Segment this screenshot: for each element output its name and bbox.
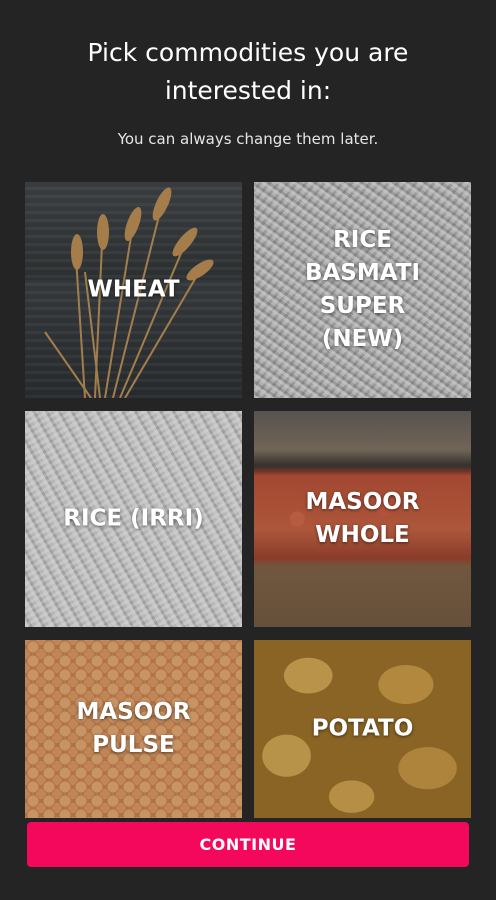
- commodity-label-rice-irri: RICE (IRRI): [63, 505, 204, 532]
- commodity-picker-screen: Pick commodities you are interested in: …: [0, 0, 496, 900]
- page-title: Pick commodities you are interested in:: [87, 38, 409, 105]
- commodity-label-potato: POTATO: [311, 715, 414, 742]
- commodity-label-rice-basmati-super-new: RICE BASMATI SUPER (NEW): [304, 227, 421, 352]
- commodity-tile-masoor-whole[interactable]: MASOOR WHOLE: [254, 411, 471, 627]
- commodity-tile-potato[interactable]: POTATO: [254, 640, 471, 818]
- commodity-tile-masoor-pulse[interactable]: MASOOR PULSE: [25, 640, 242, 818]
- page-subtitle: You can always change them later.: [117, 130, 379, 148]
- commodity-tile-wheat[interactable]: WHEAT: [25, 182, 242, 398]
- commodity-tile-rice-basmati-super-new[interactable]: RICE BASMATI SUPER (NEW): [254, 182, 471, 398]
- commodity-label-masoor-whole: MASOOR WHOLE: [305, 489, 420, 548]
- commodity-label-masoor-pulse: MASOOR PULSE: [76, 699, 191, 758]
- commodity-tile-rice-irri[interactable]: RICE (IRRI): [25, 411, 242, 627]
- continue-button[interactable]: CONTINUE: [27, 822, 469, 867]
- commodity-label-wheat: WHEAT: [87, 276, 180, 303]
